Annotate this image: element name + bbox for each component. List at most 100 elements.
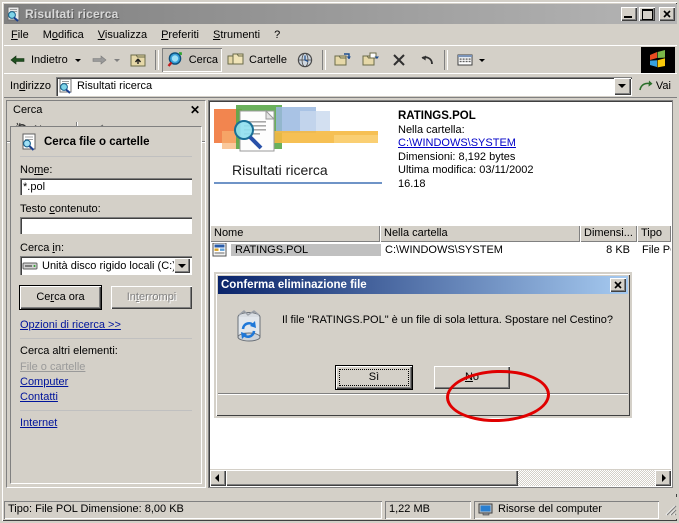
- contained-text-label: Testo contenuto:: [20, 203, 101, 215]
- go-label: Vai: [655, 80, 671, 92]
- cell-name: RATINGS.POL: [231, 244, 381, 256]
- menu-help[interactable]: ?: [267, 27, 287, 43]
- name-input[interactable]: *.pol: [20, 178, 192, 195]
- move-to-button[interactable]: [329, 48, 357, 72]
- maximize-button[interactable]: [639, 7, 655, 21]
- results-column-headers: Nome Nella cartella Dimensi... Tipo: [210, 225, 671, 242]
- search-in-label: Cerca in:: [20, 242, 65, 254]
- toolbar-separator-1: [154, 50, 159, 70]
- back-button[interactable]: Indietro: [4, 48, 85, 72]
- search-options-link[interactable]: Opzioni di ricerca >>: [20, 319, 192, 331]
- copy-to-button[interactable]: [357, 48, 385, 72]
- arrow-right-icon: [89, 50, 109, 70]
- address-label: Indirizzo: [10, 80, 51, 92]
- file-details: RATINGS.POL Nella cartella: C:\WINDOWS\S…: [398, 110, 534, 191]
- search-icon: [166, 50, 186, 70]
- menu-strumenti[interactable]: Strumenti: [206, 27, 267, 43]
- menu-modifica[interactable]: Modifica: [36, 27, 91, 43]
- folders-icon: [226, 50, 246, 70]
- banner-label: Risultati ricerca: [232, 162, 328, 178]
- dialog-buttons: Sì No: [216, 366, 630, 389]
- results-horizontal-scrollbar[interactable]: [210, 469, 671, 486]
- chevron-down-icon[interactable]: [613, 77, 631, 95]
- address-input[interactable]: Risultati ricerca: [55, 76, 632, 96]
- file-search-icon: [20, 133, 38, 151]
- yes-button[interactable]: Sì: [336, 366, 412, 389]
- search-divider-1: [20, 156, 192, 157]
- other-items-label: Cerca altri elementi:: [20, 345, 118, 357]
- column-header-nome[interactable]: Nome: [210, 225, 380, 242]
- status-zone-label: Risorse del computer: [498, 503, 602, 515]
- window-title: Risultati ricerca: [25, 7, 119, 21]
- menu-visualizza[interactable]: Visualizza: [91, 27, 154, 43]
- history-button[interactable]: [291, 48, 319, 72]
- go-arrow-icon: [638, 79, 653, 94]
- up-button[interactable]: [124, 48, 152, 72]
- scroll-left-button[interactable]: [210, 469, 226, 486]
- column-header-dimensioni[interactable]: Dimensi...: [580, 225, 637, 242]
- toolbar: Indietro Cerca Cartelle: [4, 45, 677, 74]
- search-divider-3: [20, 410, 192, 411]
- search-section-title: Cerca file o cartelle: [44, 136, 150, 148]
- link-contatti[interactable]: Contatti: [20, 391, 192, 403]
- status-info: Tipo: File POL Dimensione: 8,00 KB: [4, 500, 382, 519]
- menu-preferiti[interactable]: Preferiti: [154, 27, 206, 43]
- toolbar-separator-3: [443, 50, 448, 70]
- details-size: Dimensioni: 8,192 bytes: [398, 150, 516, 163]
- search-now-button[interactable]: Cerca ora: [20, 286, 101, 309]
- dialog-footer-divider: [218, 393, 628, 394]
- link-computer[interactable]: Computer: [20, 376, 192, 388]
- name-field-label: Nome:: [20, 164, 53, 176]
- no-button[interactable]: No: [434, 366, 510, 389]
- search-divider-2: [20, 338, 192, 339]
- main-window: Risultati ricerca File Modifica Visualiz…: [0, 0, 679, 523]
- toolbar-separator-2: [321, 50, 326, 70]
- undo-icon: [417, 50, 437, 70]
- search-in-combo[interactable]: Unità disco rigido locali (C:): [20, 256, 192, 275]
- column-header-tipo[interactable]: Tipo: [637, 225, 671, 242]
- windows-logo-icon[interactable]: [641, 47, 675, 73]
- copy-to-icon: [361, 50, 381, 70]
- dialog-close-button[interactable]: [610, 278, 626, 292]
- dialog-title: Conferma eliminazione file: [221, 279, 367, 291]
- close-button[interactable]: [659, 7, 675, 21]
- forward-dropdown-icon[interactable]: [113, 58, 120, 62]
- dialog-message: Il file "RATINGS.POL" è un file di sola …: [282, 314, 614, 326]
- delete-button[interactable]: [385, 48, 413, 72]
- menu-file[interactable]: File: [4, 27, 36, 43]
- views-button[interactable]: [451, 48, 489, 72]
- search-action-buttons: Cerca ora Interrompi: [20, 286, 192, 309]
- folders-button[interactable]: Cartelle: [222, 48, 291, 72]
- table-row[interactable]: RATINGS.POL C:\WINDOWS\SYSTEM 8 KB File …: [210, 242, 671, 258]
- stop-search-button: Interrompi: [111, 286, 192, 309]
- minimize-button[interactable]: [621, 7, 637, 21]
- scrollbar-thumb[interactable]: [226, 469, 518, 486]
- resize-grip[interactable]: [663, 503, 677, 517]
- details-folder-link[interactable]: C:\WINDOWS\SYSTEM: [398, 137, 516, 149]
- column-header-cartella[interactable]: Nella cartella: [380, 225, 580, 242]
- forward-button[interactable]: [85, 48, 124, 72]
- address-value: Risultati ricerca: [76, 80, 153, 92]
- status-bar: Tipo: File POL Dimensione: 8,00 KB 1,22 …: [4, 497, 677, 519]
- views-dropdown-icon[interactable]: [478, 58, 485, 62]
- scroll-right-button[interactable]: [655, 469, 671, 486]
- chevron-down-icon[interactable]: [174, 258, 190, 273]
- contained-text-input[interactable]: [20, 217, 192, 234]
- link-internet[interactable]: Internet: [20, 417, 192, 429]
- back-label: Indietro: [31, 54, 68, 66]
- cell-folder: C:\WINDOWS\SYSTEM: [385, 244, 503, 256]
- details-modified: Ultima modifica: 03/11/2002: [398, 164, 534, 176]
- scrollbar-track[interactable]: [518, 469, 655, 486]
- search-results-icon: [6, 6, 22, 22]
- move-to-icon: [333, 50, 353, 70]
- details-folder-label: Nella cartella:: [398, 123, 465, 136]
- title-bar: Risultati ricerca: [4, 4, 677, 24]
- search-pane-close-icon[interactable]: ✕: [187, 104, 203, 116]
- search-button[interactable]: Cerca: [161, 48, 223, 72]
- delete-x-icon: [389, 50, 409, 70]
- undo-button[interactable]: [413, 48, 441, 72]
- back-dropdown-icon[interactable]: [74, 58, 81, 62]
- go-button[interactable]: Vai: [632, 79, 677, 94]
- arrow-left-icon: [8, 50, 28, 70]
- link-file-o-cartelle[interactable]: File o cartelle: [20, 361, 192, 373]
